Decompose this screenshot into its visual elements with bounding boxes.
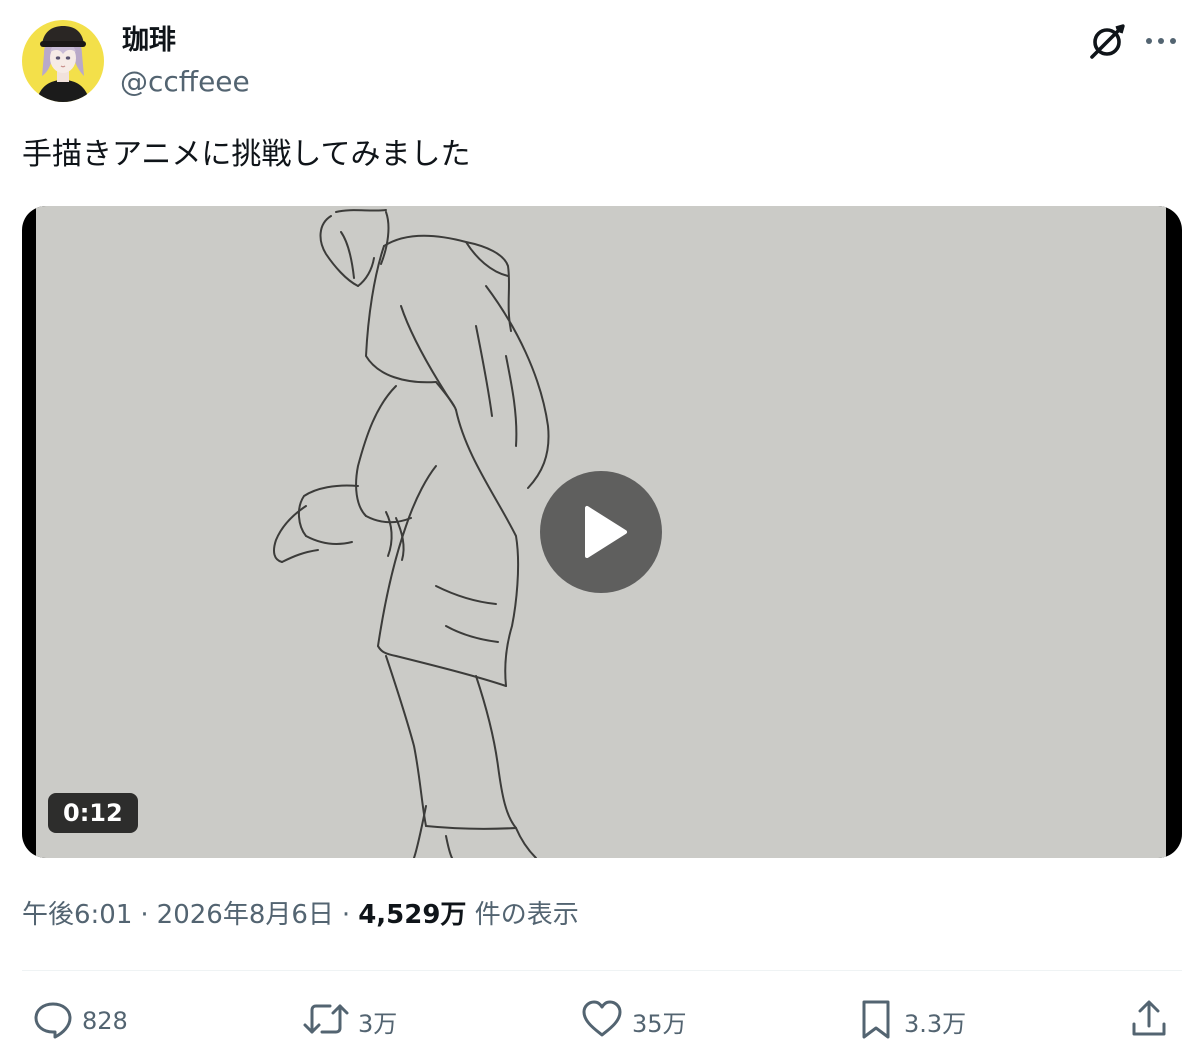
views-label: 件の表示	[474, 900, 579, 930]
separator-dot: ·	[341, 900, 351, 930]
repost-button[interactable]: 3万	[302, 998, 397, 1044]
like-button[interactable]: 35万	[580, 998, 687, 1044]
divider	[22, 970, 1182, 971]
play-button[interactable]	[540, 471, 662, 593]
display-name[interactable]: 珈琲	[122, 22, 176, 60]
tweet-detail: 珈琲 @ccffeee 手描きアニメに挑戦してみました 0:12 午後6:01 …	[0, 0, 1200, 1055]
bookmark-icon	[856, 998, 896, 1044]
views-count: 4,529万	[358, 900, 467, 930]
repost-count: 3万	[358, 1009, 398, 1038]
bookmark-count: 3.3万	[904, 1009, 967, 1038]
share-button[interactable]	[1128, 998, 1170, 1044]
post-time[interactable]: 午後6:01	[22, 900, 132, 930]
bookmark-button[interactable]: 3.3万	[856, 998, 966, 1044]
tweet-text: 手描きアニメに挑戦してみました	[22, 137, 471, 172]
reply-button[interactable]: 828	[32, 998, 128, 1044]
like-icon	[580, 998, 624, 1044]
reply-icon	[32, 998, 74, 1044]
repost-icon	[302, 998, 350, 1044]
reply-count: 828	[82, 1007, 128, 1035]
grok-icon[interactable]	[1086, 20, 1128, 62]
like-count: 35万	[632, 1009, 687, 1038]
more-icon[interactable]	[1140, 22, 1182, 60]
share-icon	[1128, 998, 1170, 1044]
separator-dot: ·	[140, 900, 149, 930]
play-icon	[585, 506, 627, 558]
tweet-meta: 午後6:01 · 2026年8月6日 · 4,529万 件の表示	[22, 893, 579, 937]
avatar-illustration	[22, 20, 104, 102]
video-duration: 0:12	[48, 793, 138, 833]
video-player[interactable]: 0:12	[22, 206, 1182, 858]
post-date[interactable]: 2026年8月6日	[157, 900, 334, 930]
avatar[interactable]	[22, 20, 104, 102]
handle[interactable]: @ccffeee	[120, 63, 250, 101]
